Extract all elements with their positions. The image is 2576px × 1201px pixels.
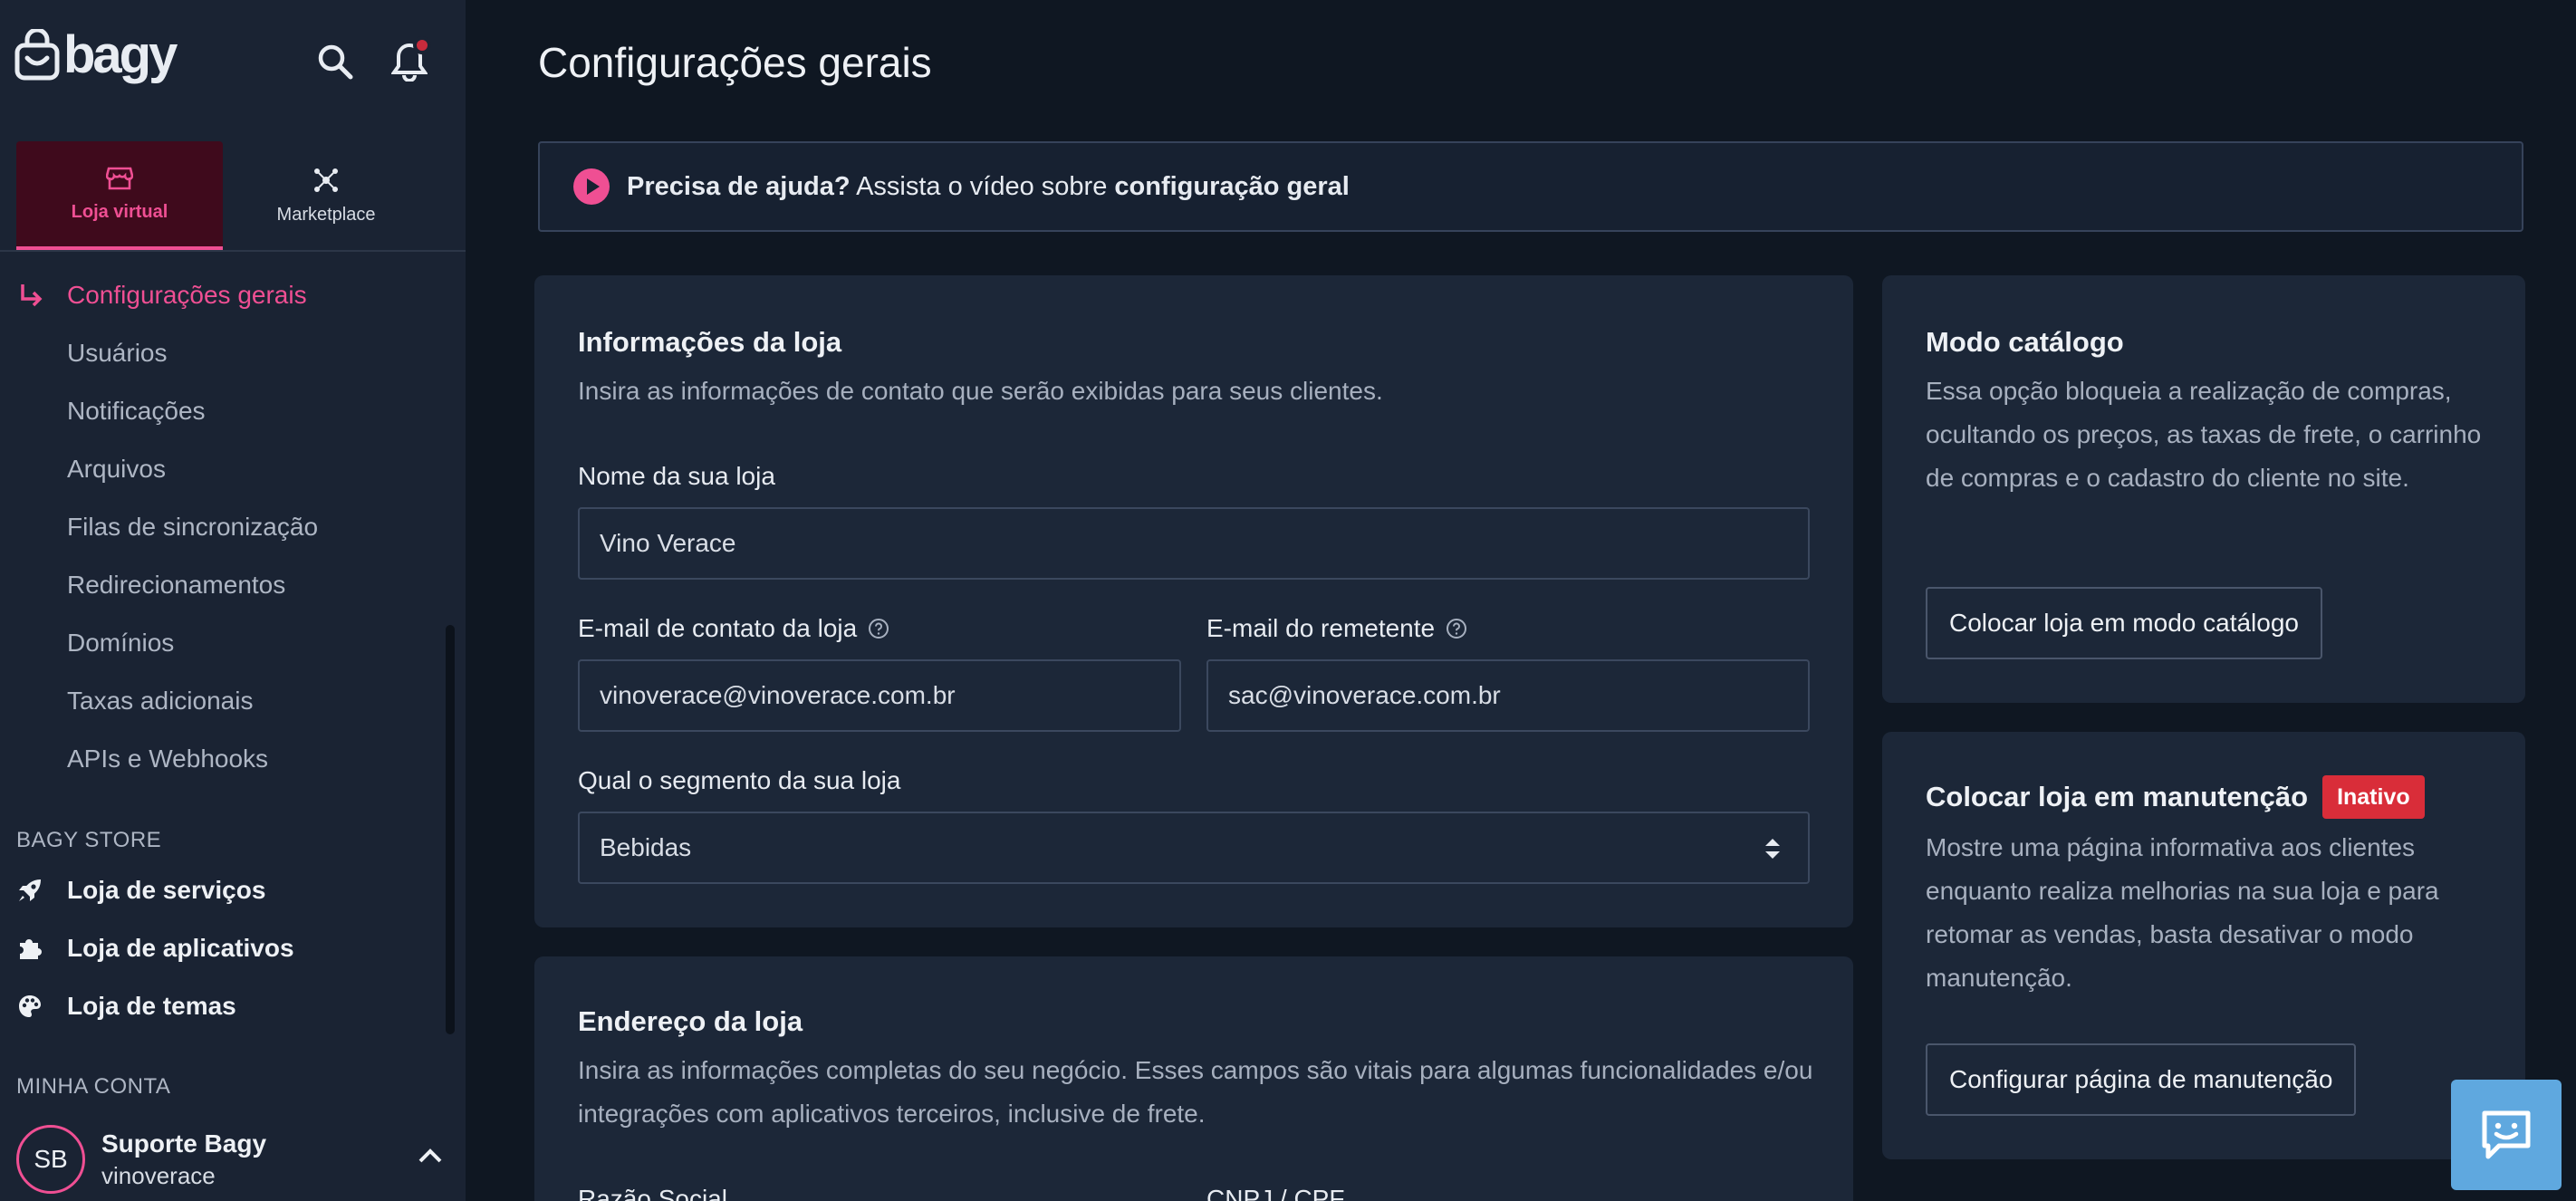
settings-nav: Configurações gerais Usuários Notificaçõ…: [0, 266, 466, 788]
page-title: Configurações gerais: [538, 39, 932, 86]
account-name: Suporte Bagy: [101, 1129, 267, 1158]
card-description: Insira as informações completas do seu n…: [578, 1056, 1813, 1128]
status-badge: Inativo: [2322, 775, 2425, 819]
store-item-label: Loja de temas: [67, 992, 236, 1020]
minha-conta-title: MINHA CONTA: [16, 1074, 171, 1099]
chat-smile-icon: [2482, 1110, 2531, 1159]
store-item-aplicativos[interactable]: Loja de aplicativos: [16, 919, 294, 977]
nav-item-label: Configurações gerais: [67, 281, 307, 309]
nodes-icon: [314, 168, 338, 192]
contact-email-input[interactable]: vinoverace@vinoverace.com.br: [578, 659, 1181, 732]
nav-item-taxas-adicionais[interactable]: Taxas adicionais: [0, 672, 466, 730]
store-info-card: Informações da loja Insira as informaçõe…: [534, 275, 1853, 927]
catalog-mode-card: Modo catálogo Essa opção bloqueia a real…: [1882, 275, 2525, 703]
puzzle-icon: [16, 935, 43, 962]
chevron-up-icon[interactable]: [417, 1143, 444, 1170]
sender-email-input[interactable]: sac@vinoverace.com.br: [1206, 659, 1810, 732]
sidebar-scrollbar[interactable]: [446, 625, 455, 1034]
company-name-label: Razão Social: [578, 1185, 727, 1201]
nav-item-usuarios[interactable]: Usuários: [0, 324, 466, 382]
search-button[interactable]: [312, 38, 359, 85]
shopping-bag-icon: [14, 29, 60, 81]
nav-item-configuracoes-gerais[interactable]: Configurações gerais: [0, 266, 466, 324]
store-name-input[interactable]: Vino Verace: [578, 507, 1810, 580]
card-title: Informações da loja: [578, 326, 842, 358]
search-icon: [318, 44, 353, 80]
tab-label: Loja virtual: [71, 201, 168, 222]
bagy-store-title: BAGY STORE: [16, 828, 162, 852]
maintenance-page-button[interactable]: Configurar página de manutenção: [1926, 1043, 2357, 1116]
account-text: Suporte Bagy vinoverace: [101, 1129, 266, 1190]
help-circle-icon[interactable]: [1446, 618, 1467, 639]
subdirectory-arrow-icon: [21, 284, 43, 307]
store-item-temas[interactable]: Loja de temas: [16, 977, 236, 1035]
catalog-mode-button[interactable]: Colocar loja em modo catálogo: [1926, 587, 2322, 659]
notifications-button[interactable]: [384, 36, 435, 87]
chat-support-button[interactable]: [2451, 1080, 2562, 1190]
segment-value: Bebidas: [600, 833, 692, 861]
help-text: Precisa de ajuda? Assista o vídeo sobre …: [627, 171, 1350, 201]
tab-label: Marketplace: [276, 204, 376, 225]
bagy-logo[interactable]: bagy: [14, 25, 178, 84]
account-menu[interactable]: SB Suporte Bagy vinoverace: [16, 1123, 449, 1196]
card-title: Colocar loja em manutenção Inativo: [1926, 775, 2425, 819]
segment-label: Qual o segmento da sua loja: [578, 766, 901, 794]
storefront-icon: [106, 167, 133, 189]
maintenance-card: Colocar loja em manutenção Inativo Mostr…: [1882, 732, 2525, 1159]
store-item-servicos[interactable]: Loja de serviços: [16, 861, 265, 919]
sidebar: bagy Loja virtual Marketplace Configuraç…: [0, 0, 466, 1201]
rocket-icon: [16, 877, 43, 904]
nav-item-redirecionamentos[interactable]: Redirecionamentos: [0, 556, 466, 614]
help-banner[interactable]: Precisa de ajuda? Assista o vídeo sobre …: [538, 141, 2523, 232]
help-link[interactable]: configuração geral: [1114, 172, 1349, 201]
nav-item-apis-webhooks[interactable]: APIs e Webhooks: [0, 730, 466, 788]
card-description: Insira as informações de contato que ser…: [578, 377, 1383, 405]
logo-text: bagy: [63, 25, 178, 84]
card-title: Endereço da loja: [578, 1005, 803, 1037]
help-circle-icon[interactable]: [868, 618, 889, 639]
nav-item-arquivos[interactable]: Arquivos: [0, 440, 466, 498]
store-name-label: Nome da sua loja: [578, 462, 775, 490]
store-item-label: Loja de serviços: [67, 876, 266, 904]
segment-select[interactable]: Bebidas: [578, 812, 1810, 884]
tabs-divider: [0, 250, 466, 252]
sidebar-tabs: Loja virtual Marketplace: [16, 141, 449, 250]
store-item-label: Loja de aplicativos: [67, 934, 294, 962]
contact-email-label: E-mail de contato da loja: [578, 614, 889, 643]
tab-loja-virtual[interactable]: Loja virtual: [16, 141, 223, 250]
palette-icon: [16, 993, 43, 1020]
card-title: Modo catálogo: [1926, 326, 2124, 358]
notification-dot: [413, 36, 431, 54]
address-card: Endereço da loja Insira as informações c…: [534, 956, 1853, 1201]
document-label: CNPJ / CPF: [1206, 1185, 1345, 1201]
nav-item-notificacoes[interactable]: Notificações: [0, 382, 466, 440]
avatar: SB: [16, 1125, 85, 1194]
card-description: Mostre uma página informativa aos client…: [1926, 833, 2439, 992]
tab-marketplace[interactable]: Marketplace: [223, 141, 429, 250]
nav-item-filas-sincronizacao[interactable]: Filas de sincronização: [0, 498, 466, 556]
card-description: Essa opção bloqueia a realização de comp…: [1926, 377, 2482, 492]
nav-item-dominios[interactable]: Domínios: [0, 614, 466, 672]
sender-email-label: E-mail do remetente: [1206, 614, 1467, 643]
select-arrows-icon: [1765, 839, 1780, 859]
account-store: vinoverace: [101, 1161, 216, 1189]
play-circle-icon[interactable]: [572, 168, 610, 206]
